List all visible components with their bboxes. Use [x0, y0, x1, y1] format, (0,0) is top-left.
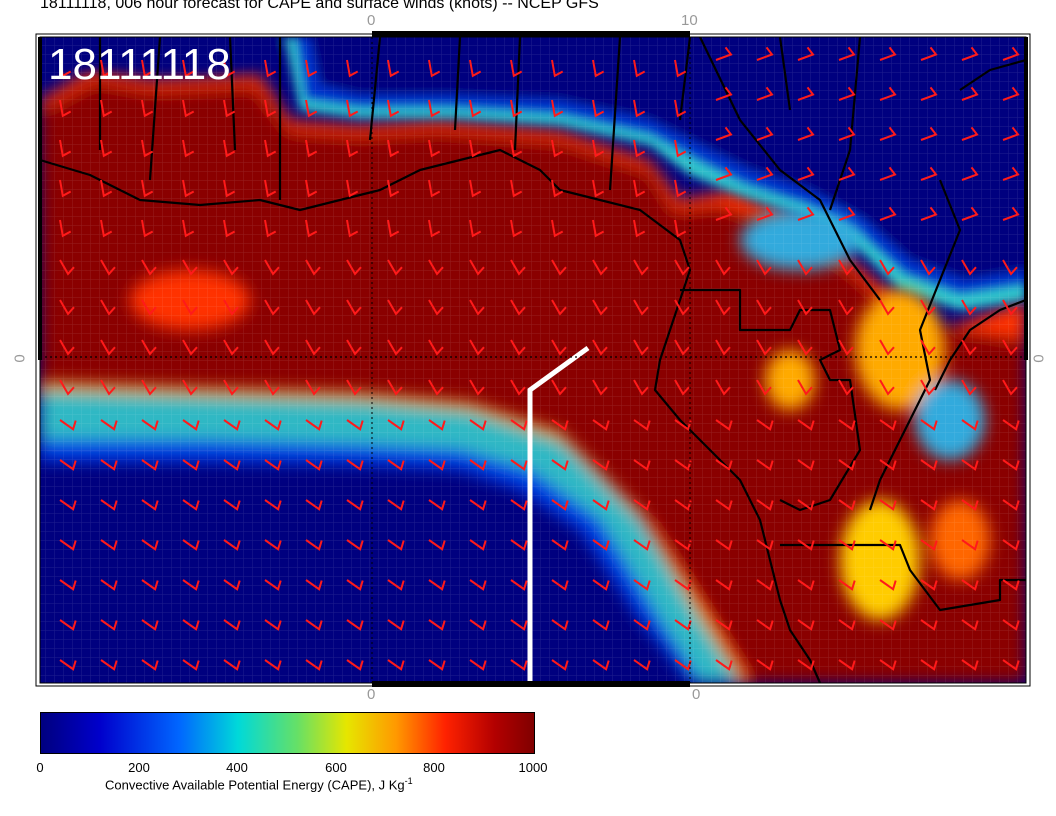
top-left-axis-label: 0: [367, 12, 376, 29]
colorbar-tick: 800: [423, 760, 445, 775]
date-stamp: 18111118: [48, 40, 231, 89]
cape-colorbar: [40, 712, 535, 754]
colorbar-label: Convective Available Potential Energy (C…: [105, 776, 413, 793]
map-title: 18111118, 006 hour forecast for CAPE and…: [40, 0, 599, 12]
bottom-left-axis-label: 0: [367, 686, 376, 703]
colorbar-tick: 200: [128, 760, 150, 775]
left-axis-label: 0: [11, 354, 29, 363]
cape-map: [35, 31, 1031, 687]
colorbar-tick: 600: [325, 760, 347, 775]
right-axis-label: 0: [1029, 354, 1047, 363]
colorbar-tick: 1000: [518, 760, 548, 775]
colorbar-tick: 400: [226, 760, 248, 775]
top-right-axis-label: 10: [681, 12, 698, 29]
bottom-right-axis-label: 0: [692, 686, 701, 703]
colorbar-tick: 0: [36, 760, 44, 775]
